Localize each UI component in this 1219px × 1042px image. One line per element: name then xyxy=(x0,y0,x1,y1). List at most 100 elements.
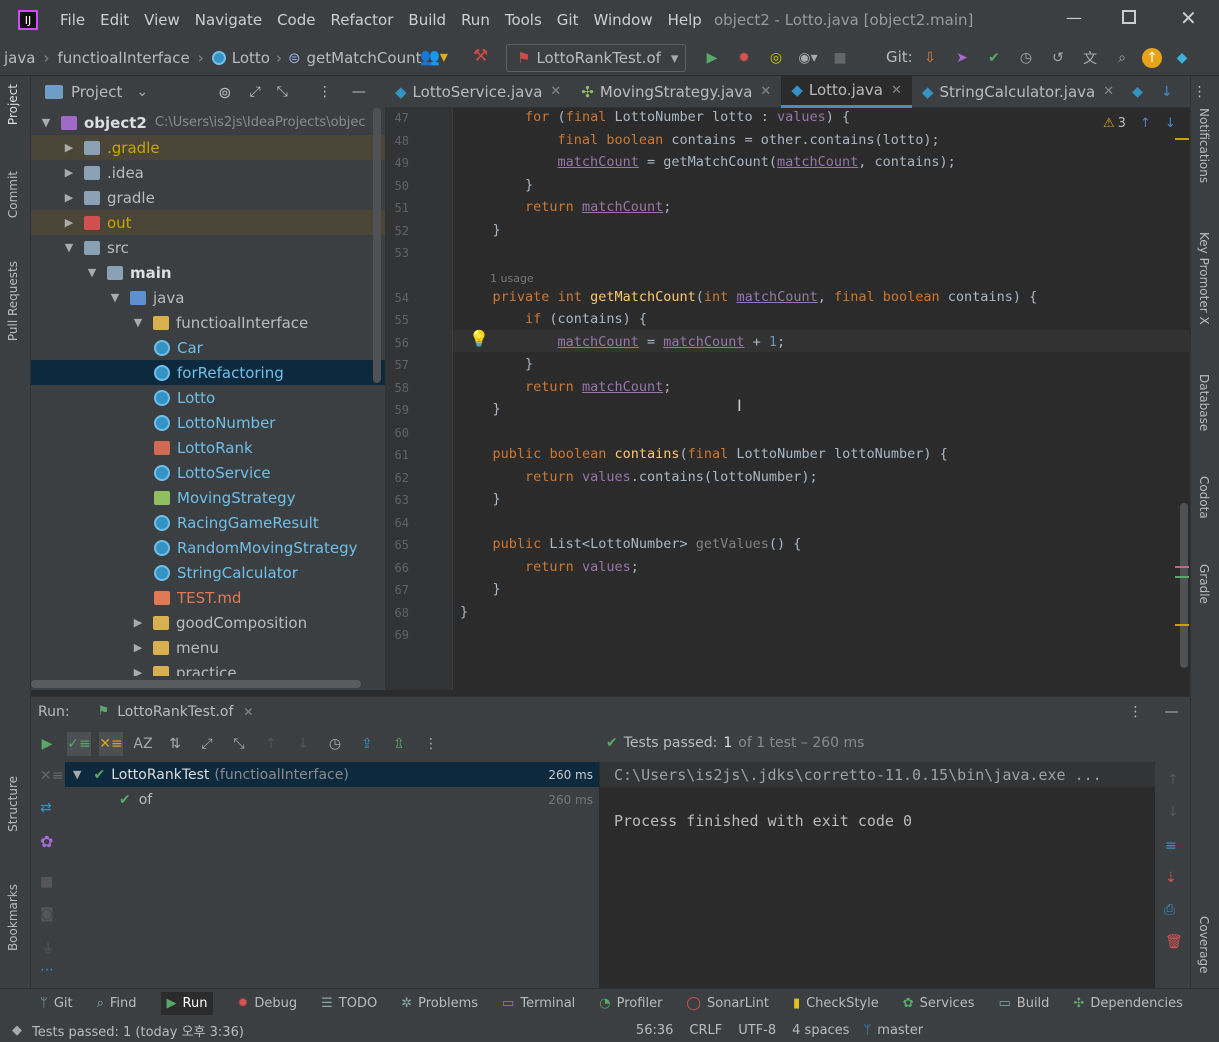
tree-item[interactable]: ▶ goodComposition xyxy=(31,610,385,635)
tool-window-sonarlint[interactable]: ◯ SonarLint xyxy=(686,996,769,1011)
menu-item-navigate[interactable]: Navigate xyxy=(195,11,262,29)
profile-icon[interactable]: ◉▾ xyxy=(796,46,820,70)
hammer-icon[interactable]: ⚒ xyxy=(473,46,488,66)
git-branch[interactable]: master xyxy=(877,1023,923,1038)
tool-window-run[interactable]: ▶ Run xyxy=(160,992,214,1015)
editor-tab[interactable]: ◆ StringCalculator.java ✕ xyxy=(912,76,1124,108)
tool-window-dependencies[interactable]: ✣ Dependencies xyxy=(1073,996,1182,1011)
translate-icon[interactable]: 文 xyxy=(1078,46,1102,70)
git-push-icon[interactable]: ➤ xyxy=(950,46,974,70)
user-icon[interactable]: 👥▾ xyxy=(420,47,448,66)
show-passed-icon[interactable]: ✓≡ xyxy=(67,732,91,756)
more-options-icon[interactable]: ⋮ xyxy=(419,732,443,756)
import-icon[interactable]: ⇪ xyxy=(355,732,379,756)
scroll-end-icon[interactable]: ⇣ xyxy=(1165,870,1177,886)
tool-tab-structure[interactable]: Structure xyxy=(6,776,20,832)
tool-tab-pull-requests[interactable]: Pull Requests xyxy=(6,261,20,341)
more-options-icon[interactable]: ⋮ xyxy=(1128,704,1142,720)
tree-root[interactable]: ▼ object2 C:\Users\is2js\IdeaProjects\ob… xyxy=(31,110,385,135)
run-tab[interactable]: LottoRankTest.of xyxy=(117,704,233,720)
menu-item-refactor[interactable]: Refactor xyxy=(330,11,393,29)
tree-item[interactable]: ▼ src xyxy=(31,235,385,260)
menu-item-file[interactable]: File xyxy=(60,11,85,29)
tree-item[interactable]: MovingStrategy xyxy=(31,485,385,510)
file-encoding[interactable]: UTF-8 xyxy=(738,1023,776,1038)
debug-icon[interactable]: ✹ xyxy=(732,46,756,70)
git-commit-icon[interactable]: ✔ xyxy=(982,46,1006,70)
rollback-icon[interactable]: ↺ xyxy=(1046,46,1070,70)
swap-icon[interactable]: ⇄ xyxy=(40,800,52,816)
maximize-button[interactable] xyxy=(1122,10,1136,24)
print-icon[interactable]: ⎙ xyxy=(1164,902,1175,918)
tree-item[interactable]: ▶ menu xyxy=(31,635,385,660)
caret-position[interactable]: 56:36 xyxy=(636,1023,673,1038)
arrow-up-icon[interactable]: ↑ xyxy=(1167,772,1179,788)
tool-tab-database[interactable]: Database xyxy=(1197,374,1211,431)
status-message[interactable]: Tests passed: 1 (today 오후 3:36) xyxy=(32,1021,244,1040)
menu-item-code[interactable]: Code xyxy=(277,11,315,29)
tool-tab-bookmarks[interactable]: Bookmarks xyxy=(6,884,20,951)
tool-tab-notifications[interactable]: Notifications xyxy=(1197,108,1211,183)
tool-tab-gradle[interactable]: Gradle xyxy=(1197,564,1211,604)
hide-panel-icon[interactable]: — xyxy=(352,84,366,100)
tool-window-checkstyle[interactable]: ▮ CheckStyle xyxy=(793,996,879,1011)
rerun-icon[interactable]: ▶ xyxy=(35,732,59,756)
tree-item[interactable]: ▼ java xyxy=(31,285,385,310)
close-icon[interactable]: ✕ xyxy=(1103,84,1114,99)
tool-tab-project[interactable]: Project xyxy=(6,84,20,125)
sort-alpha-icon[interactable]: AZ xyxy=(131,732,155,756)
tree-item[interactable]: LottoNumber xyxy=(31,410,385,435)
clear-icon[interactable]: ✕≡ xyxy=(40,768,63,784)
menu-item-view[interactable]: View xyxy=(144,11,180,29)
more-icon[interactable]: ⋯ xyxy=(40,962,54,978)
tab-overflow-icon[interactable]: ◆ xyxy=(1132,84,1143,100)
tool-window-profiler[interactable]: ◔ Profiler xyxy=(599,996,662,1011)
show-ignored-icon[interactable]: ✕≡ xyxy=(99,732,123,756)
console-output[interactable]: C:\Users\is2js\.jdks\corretto-11.0.15\bi… xyxy=(600,762,1155,988)
menu-item-window[interactable]: Window xyxy=(593,11,652,29)
tool-window-find[interactable]: ⌕ Find xyxy=(97,996,137,1011)
export-icon[interactable]: ⇫ xyxy=(387,732,411,756)
trash-icon[interactable]: 🗑 xyxy=(1165,934,1183,950)
hide-panel-icon[interactable]: — xyxy=(1164,704,1178,720)
horizontal-scrollbar[interactable] xyxy=(31,680,361,688)
menu-item-run[interactable]: Run xyxy=(461,11,490,29)
tool-window-problems[interactable]: ✲ Problems xyxy=(401,996,478,1011)
editor-tab[interactable]: ✣ MovingStrategy.java ✕ xyxy=(571,76,781,108)
tree-item[interactable]: forRefactoring xyxy=(31,360,385,385)
breadcrumb-item[interactable]: java xyxy=(4,49,35,67)
expand-all-icon[interactable]: ⤢ xyxy=(195,732,219,756)
close-icon[interactable]: ✕ xyxy=(243,705,253,719)
stop-icon[interactable]: ■ xyxy=(828,46,852,70)
git-update-icon[interactable]: ⇩ xyxy=(918,46,942,70)
tool-window-debug[interactable]: ✹ Debug xyxy=(237,996,297,1011)
tree-item[interactable]: RacingGameResult xyxy=(31,510,385,535)
tool-tab-coverage[interactable]: Coverage xyxy=(1197,916,1211,974)
menu-item-git[interactable]: Git xyxy=(557,11,579,29)
menu-item-help[interactable]: Help xyxy=(668,11,702,29)
more-options-icon[interactable]: ⋮ xyxy=(318,84,332,100)
plug-icon[interactable]: ⏚ xyxy=(41,938,55,958)
tool-tab-codota[interactable]: Codota xyxy=(1197,476,1211,519)
tool-window-git[interactable]: ᛘ Git xyxy=(40,996,73,1011)
tool-window-todo[interactable]: ☰ TODO xyxy=(321,996,377,1011)
close-icon[interactable]: ✕ xyxy=(891,83,902,98)
tree-item[interactable]: RandomMovingStrategy xyxy=(31,535,385,560)
arrow-down-icon[interactable]: ↓ xyxy=(1167,804,1179,820)
tree-item[interactable]: ▶ practice xyxy=(31,660,385,676)
soft-wrap-icon[interactable]: ≡ xyxy=(1165,838,1177,854)
expand-all-icon[interactable]: ⤢ xyxy=(249,84,260,100)
run-config-select[interactable]: ⚑ LottoRankTest.of ▾ xyxy=(506,44,686,72)
tree-item[interactable]: Lotto xyxy=(31,385,385,410)
tree-item[interactable]: ▼ main xyxy=(31,260,385,285)
tool-window-services[interactable]: ✿ Services xyxy=(903,996,975,1011)
more-options-icon[interactable]: ⋮ xyxy=(1193,84,1207,100)
tree-item[interactable]: LottoRank xyxy=(31,435,385,460)
camera-icon[interactable]: ◙ xyxy=(40,906,54,922)
indent-setting[interactable]: 4 spaces xyxy=(792,1023,849,1038)
arrow-down-icon[interactable]: ↓ xyxy=(1161,84,1173,100)
sort-duration-icon[interactable]: ⇅ xyxy=(163,732,187,756)
stop-icon[interactable]: ■ xyxy=(40,874,53,890)
run-icon[interactable]: ▶ xyxy=(700,46,724,70)
close-icon[interactable]: ✕ xyxy=(760,84,771,99)
